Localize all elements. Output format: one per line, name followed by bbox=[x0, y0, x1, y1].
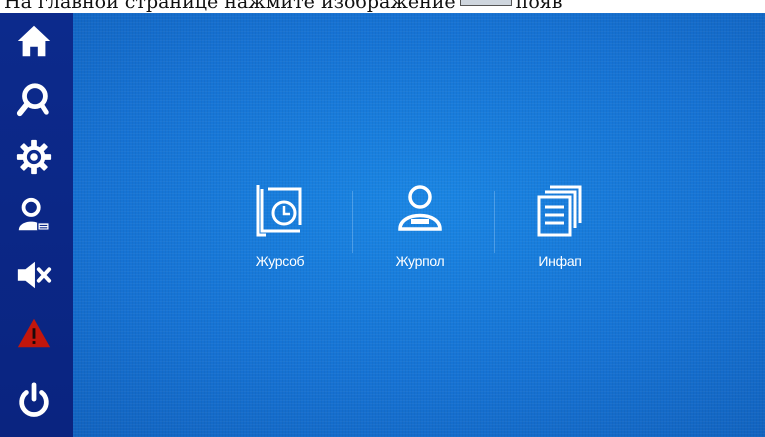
device-info-icon bbox=[534, 183, 586, 239]
caption-text-after: появ bbox=[515, 0, 563, 13]
power-icon bbox=[19, 382, 49, 417]
sidebar-item-user[interactable] bbox=[12, 193, 56, 237]
sidebar-item-alarm[interactable] bbox=[12, 311, 56, 355]
home-icon bbox=[17, 25, 51, 57]
sidebar-item-power[interactable] bbox=[12, 379, 56, 423]
sidebar-item-search[interactable] bbox=[12, 77, 56, 121]
sidebar-item-mute[interactable] bbox=[12, 253, 56, 297]
caption-text-before: На главной странице нажмите изображение bbox=[4, 0, 456, 13]
inline-image-placeholder bbox=[459, 0, 512, 6]
user-icon bbox=[18, 197, 50, 231]
tile-device-info[interactable]: Инфап bbox=[510, 183, 610, 293]
divider bbox=[352, 191, 353, 253]
tile-device-info-label: Инфап bbox=[538, 253, 582, 269]
sidebar-item-settings[interactable] bbox=[12, 135, 56, 179]
photo-frame: На главной странице нажмите изображение п… bbox=[0, 0, 765, 437]
gear-icon bbox=[16, 139, 52, 175]
tile-user-log[interactable]: Журпол bbox=[370, 183, 470, 293]
warning-icon bbox=[17, 318, 51, 348]
user-log-icon bbox=[394, 183, 446, 239]
sidebar-item-home[interactable] bbox=[12, 19, 56, 63]
instruction-caption: На главной странице нажмите изображение п… bbox=[0, 0, 765, 13]
search-icon bbox=[16, 83, 49, 117]
sidebar bbox=[0, 13, 73, 437]
divider bbox=[494, 191, 495, 253]
tile-user-log-label: Журпол bbox=[395, 253, 445, 269]
tile-event-log[interactable]: Журсоб bbox=[230, 183, 330, 293]
tile-event-log-label: Журсоб bbox=[255, 253, 305, 269]
event-log-icon bbox=[254, 183, 306, 239]
device-screen: Журсоб Журпол Инфап bbox=[0, 13, 765, 437]
main-menu: Журсоб Журпол Инфап bbox=[230, 183, 630, 293]
mute-icon bbox=[17, 261, 52, 289]
